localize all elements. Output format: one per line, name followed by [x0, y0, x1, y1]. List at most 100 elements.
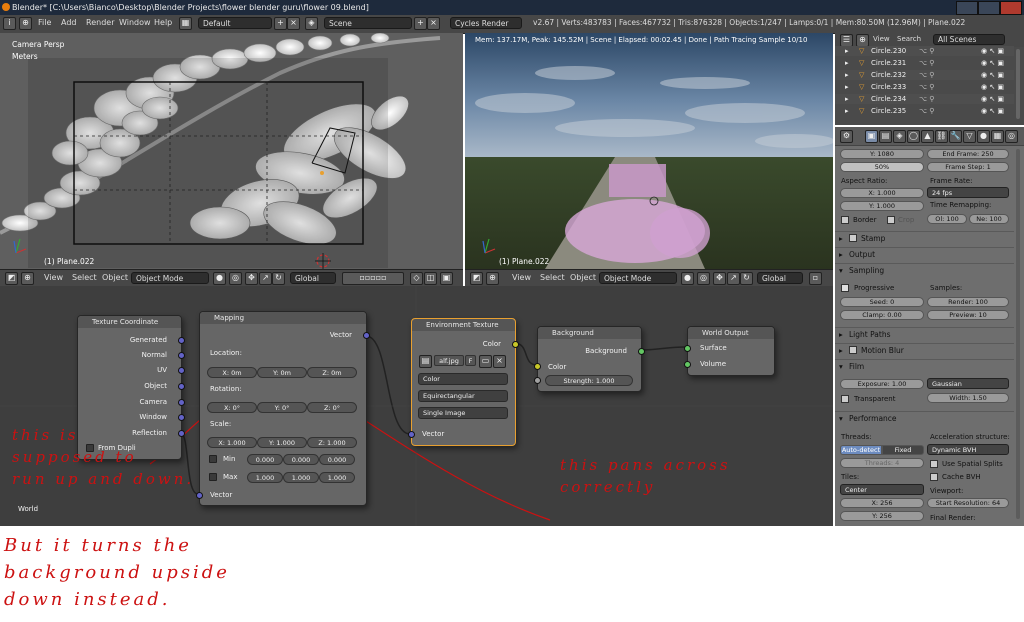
- transform-translate-icon[interactable]: ↗: [727, 272, 740, 285]
- scale-z-field[interactable]: Z: 1.000: [307, 437, 357, 448]
- socket-color-out[interactable]: [512, 341, 519, 348]
- cache-bvh-checkbox[interactable]: [930, 473, 938, 481]
- preview-samples-field[interactable]: Preview: 10: [927, 310, 1009, 320]
- viewport-left[interactable]: Camera Persp Meters (1) Plane.022: [0, 33, 463, 269]
- rotation-x-field[interactable]: X: 0°: [207, 402, 257, 413]
- tile-order-dropdown[interactable]: Center: [840, 484, 924, 495]
- light-paths-panel-header[interactable]: ▸ Light Paths: [835, 327, 1014, 340]
- world-tab-icon[interactable]: ◯: [907, 130, 920, 143]
- close-button[interactable]: [1000, 1, 1022, 15]
- pivot-icon[interactable]: ◎: [697, 272, 710, 285]
- menu-object[interactable]: Object: [570, 273, 596, 282]
- editor-type-icon[interactable]: i: [3, 17, 16, 30]
- socket-vector-in[interactable]: [408, 431, 415, 438]
- render-samples-field[interactable]: Render: 100: [927, 297, 1009, 307]
- open-image-icon[interactable]: ▭: [479, 355, 492, 368]
- resolution-y-field[interactable]: Y: 1080: [840, 149, 924, 159]
- max-checkbox[interactable]: [209, 473, 217, 481]
- tile-x-field[interactable]: X: 256: [840, 498, 924, 508]
- list-item[interactable]: ▸ ▽ Circle.233 ⌥ ⚲ ◉ ↖ ▣: [835, 82, 1014, 92]
- socket-vector-out[interactable]: [363, 332, 370, 339]
- seed-field[interactable]: Seed: 0: [840, 297, 924, 307]
- unlink-image-icon[interactable]: ×: [493, 355, 506, 368]
- collapse-menu-icon[interactable]: ⊕: [19, 17, 32, 30]
- node-editor[interactable]: Texture Coordinate Generated Normal UV O…: [0, 286, 833, 526]
- data-tab-icon[interactable]: ▽: [963, 130, 976, 143]
- auto-detect-button[interactable]: Auto-detect: [840, 445, 882, 455]
- socket-strength-in[interactable]: [534, 377, 541, 384]
- editor-type-icon[interactable]: ◩: [5, 272, 18, 285]
- eye-icon[interactable]: ◉ ↖ ▣: [981, 106, 1004, 116]
- exposure-field[interactable]: Exposure: 1.00: [840, 379, 924, 389]
- socket-uv[interactable]: [178, 367, 185, 374]
- scene-tab-icon[interactable]: ◈: [893, 130, 906, 143]
- socket-generated[interactable]: [178, 337, 185, 344]
- socket-color-in[interactable]: [534, 363, 541, 370]
- menu-object[interactable]: Object: [102, 273, 128, 282]
- shading-icon[interactable]: ●: [213, 272, 226, 285]
- menu-add[interactable]: Add: [61, 18, 77, 27]
- minimize-button[interactable]: [956, 1, 978, 15]
- world-output-node[interactable]: World Output Surface Volume: [684, 326, 775, 376]
- aspect-y-field[interactable]: Y: 1.000: [840, 201, 924, 211]
- socket-camera[interactable]: [178, 399, 185, 406]
- list-item[interactable]: ▸ ▽ Circle.232 ⌥ ⚲ ◉ ↖ ▣: [835, 70, 1014, 80]
- scene-icon[interactable]: ◈: [305, 17, 318, 30]
- texture-tab-icon[interactable]: ▦: [991, 130, 1004, 143]
- clamp-field[interactable]: Clamp: 0.00: [840, 310, 924, 320]
- time-old-field[interactable]: Ol: 100: [927, 214, 967, 224]
- filter-dropdown[interactable]: Gaussian: [927, 378, 1009, 389]
- modifiers-tab-icon[interactable]: 🔧: [949, 130, 962, 143]
- socket-window[interactable]: [178, 414, 185, 421]
- strength-field[interactable]: Strength: 1.000: [545, 375, 633, 386]
- max-x-field[interactable]: 1.000: [247, 472, 283, 483]
- location-z-field[interactable]: Z: 0m: [307, 367, 357, 378]
- scene-selector[interactable]: Scene: [324, 17, 412, 29]
- layout-selector[interactable]: Default: [198, 17, 272, 29]
- background-node[interactable]: Background Background Color Strength: 1.…: [534, 326, 645, 392]
- layers-icon[interactable]: ▫▫▫▫▫: [342, 272, 404, 285]
- collapse-menu-icon[interactable]: ⊕: [21, 272, 34, 285]
- transparent-checkbox[interactable]: [841, 395, 849, 403]
- lock-icon[interactable]: ◇: [410, 272, 423, 285]
- socket-surface-in[interactable]: [684, 345, 691, 352]
- viewport-right-rendered[interactable]: Mem: 137.17M, Peak: 145.52M | Scene | El…: [465, 33, 833, 269]
- eye-icon[interactable]: ◉ ↖ ▣: [981, 46, 1004, 56]
- filter-width-field[interactable]: Width: 1.50: [927, 393, 1009, 403]
- scale-y-field[interactable]: Y: 1.000: [257, 437, 307, 448]
- tile-y-field[interactable]: Y: 256: [840, 511, 924, 521]
- min-y-field[interactable]: 0.000: [283, 454, 319, 465]
- resolution-percent-field[interactable]: 50%: [840, 162, 924, 172]
- location-y-field[interactable]: Y: 0m: [257, 367, 307, 378]
- rotation-z-field[interactable]: Z: 0°: [307, 402, 357, 413]
- list-item[interactable]: ▸ ▽ Circle.231 ⌥ ⚲ ◉ ↖ ▣: [835, 58, 1014, 68]
- layers-tab-icon[interactable]: ▤: [879, 130, 892, 143]
- collapse-menu-icon[interactable]: ⊕: [486, 272, 499, 285]
- max-y-field[interactable]: 1.000: [283, 472, 319, 483]
- render-tab-icon[interactable]: ▣: [865, 130, 878, 143]
- constraints-tab-icon[interactable]: ⛓: [935, 130, 948, 143]
- start-resolution-field[interactable]: Start Resolution: 64: [927, 498, 1009, 508]
- rotation-y-field[interactable]: Y: 0°: [257, 402, 307, 413]
- eye-icon[interactable]: ◉ ↖ ▣: [981, 82, 1004, 92]
- image-browse-icon[interactable]: ▤: [419, 355, 432, 368]
- menu-render[interactable]: Render: [86, 18, 114, 27]
- socket-normal[interactable]: [178, 352, 185, 359]
- environment-texture-node[interactable]: Environment Texture Color ▤ alf.jpg F ▭ …: [408, 318, 519, 446]
- pivot-icon[interactable]: ◎: [229, 272, 242, 285]
- frame-step-field[interactable]: Frame Step: 1: [927, 162, 1009, 172]
- eye-icon[interactable]: ◉ ↖ ▣: [981, 70, 1004, 80]
- menu-view[interactable]: View: [512, 273, 531, 282]
- outliner[interactable]: ☰ ⊕ View Search All Scenes ▸ ▽ Circle.230 ⌥…: [835, 33, 1024, 125]
- stamp-checkbox[interactable]: [849, 234, 857, 242]
- socket-volume-in[interactable]: [684, 361, 691, 368]
- mapping-node[interactable]: Mapping Vector Location: X: 0m Y: 0m Z: …: [196, 311, 370, 506]
- min-x-field[interactable]: 0.000: [247, 454, 283, 465]
- orientation-selector[interactable]: Global: [757, 272, 803, 284]
- list-item[interactable]: ▸ ▽ Circle.235 ⌥ ⚲ ◉ ↖ ▣: [835, 106, 1014, 116]
- eye-icon[interactable]: ◉ ↖ ▣: [981, 58, 1004, 68]
- stamp-panel-header[interactable]: Stamp ▸: [835, 231, 1014, 244]
- menu-select[interactable]: Select: [540, 273, 565, 282]
- end-frame-field[interactable]: End Frame: 250: [927, 149, 1009, 159]
- border-checkbox[interactable]: [841, 216, 849, 224]
